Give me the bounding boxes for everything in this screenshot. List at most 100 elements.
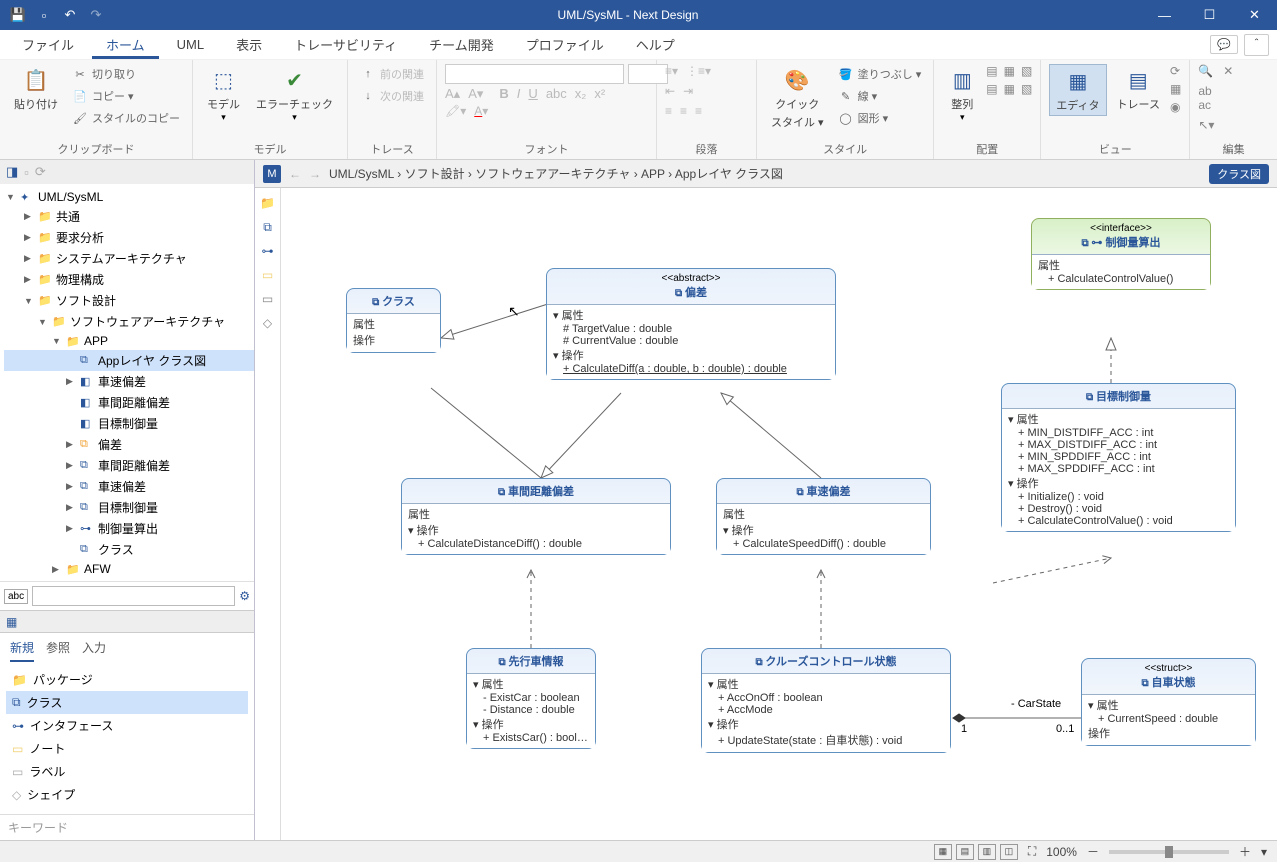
select-icon[interactable]: ↖▾ xyxy=(1198,118,1214,132)
tree-node[interactable]: ▶📁物理構成 xyxy=(4,269,254,290)
font-shrink-icon[interactable]: A▾ xyxy=(468,86,483,102)
align-left-icon[interactable]: ≡ xyxy=(665,104,672,118)
align-right-icon2[interactable]: ▧ xyxy=(1021,64,1032,78)
editor-view-button[interactable]: ▦エディタ xyxy=(1049,64,1106,116)
save-icon[interactable]: 💾 xyxy=(10,7,26,23)
italic-icon[interactable]: I xyxy=(517,86,521,101)
tree-node[interactable]: ▶⧉車速偏差 xyxy=(4,476,254,497)
tree-node[interactable]: ▶◧車速偏差 xyxy=(4,371,254,392)
style-copy-button[interactable]: 🖌スタイルのコピー xyxy=(68,108,184,128)
class-box-distdiff[interactable]: 車間距離偏差 属性 ▾ 操作 + CalculateDistanceDiff()… xyxy=(401,478,671,555)
strike-icon[interactable]: abc xyxy=(546,86,567,102)
palette-item[interactable]: ⊶インタフェース xyxy=(6,714,248,737)
zoom-out-icon[interactable]: － xyxy=(1087,843,1099,860)
breadcrumb-m-icon[interactable]: M xyxy=(263,165,281,183)
view-opt-icon1[interactable]: ⟳ xyxy=(1170,64,1181,78)
tab-uml[interactable]: UML xyxy=(163,32,218,57)
tree-search-input[interactable] xyxy=(32,586,235,606)
find-icon[interactable]: 🔍 xyxy=(1198,64,1213,78)
align-button[interactable]: ▥整列▾ xyxy=(942,64,982,125)
tab-help[interactable]: ヘルプ xyxy=(622,30,689,59)
project-tree[interactable]: ▼✦UML/SysML▶📁共通▶📁要求分析▶📁システムアーキテクチャ▶📁物理構成… xyxy=(0,184,254,581)
palette-tab-new[interactable]: 新規 xyxy=(10,639,34,662)
align-top-icon[interactable]: ▤ xyxy=(986,82,997,96)
ts-label-icon[interactable]: ▭ xyxy=(259,290,277,308)
tree-node[interactable]: ▶📁AFW xyxy=(4,560,254,578)
tab-trace[interactable]: トレーサビリティ xyxy=(280,30,411,59)
replace-icon[interactable]: abac xyxy=(1198,84,1211,112)
undo-icon[interactable]: ↶ xyxy=(62,7,78,23)
font-grow-icon[interactable]: A▴ xyxy=(445,86,460,102)
palette-item[interactable]: ⧉クラス xyxy=(6,691,248,714)
tree-node[interactable]: ◧車間距離偏差 xyxy=(4,392,254,413)
palette-keyword[interactable]: キーワード xyxy=(0,814,254,840)
bold-icon[interactable]: B xyxy=(499,86,508,101)
align-right-icon[interactable]: ≡ xyxy=(695,104,702,118)
tab-team[interactable]: チーム開発 xyxy=(415,30,508,59)
nav-back-icon[interactable]: ← xyxy=(289,167,301,181)
font-family-select[interactable] xyxy=(445,64,624,84)
fill-button[interactable]: 🪣塗りつぶし ▾ xyxy=(834,64,926,84)
delete-icon[interactable]: ✕ xyxy=(1223,64,1233,78)
tree-node[interactable]: ⧉クラス xyxy=(4,539,254,560)
tree-root[interactable]: ▼✦UML/SysML xyxy=(4,188,254,206)
subscript-icon[interactable]: x₂ xyxy=(575,86,587,102)
superscript-icon[interactable]: x² xyxy=(594,86,605,102)
tree-node[interactable]: ▶⧉車間距離偏差 xyxy=(4,455,254,476)
search-mode-icon[interactable]: abc xyxy=(4,589,28,604)
new-icon[interactable]: ▫ xyxy=(36,7,52,23)
tree-node[interactable]: ▶📁要求分析 xyxy=(4,227,254,248)
tab-home[interactable]: ホーム xyxy=(92,30,159,59)
align-center-icon[interactable]: ≡ xyxy=(680,104,687,118)
redo-icon[interactable]: ↷ xyxy=(88,7,104,23)
view-mode-4[interactable]: ◫ xyxy=(1000,844,1018,860)
palette-tab-input[interactable]: 入力 xyxy=(82,639,106,662)
cut-button[interactable]: ✂切り取り xyxy=(68,64,184,84)
shape-button[interactable]: ◯図形 ▾ xyxy=(834,108,926,128)
align-left-icon2[interactable]: ▤ xyxy=(986,64,997,78)
highlight-icon[interactable]: 🖍▾ xyxy=(445,104,466,118)
palette-item[interactable]: 📁パッケージ xyxy=(6,668,248,691)
view-opt-icon3[interactable]: ◉ xyxy=(1170,100,1181,114)
prev-relation-button[interactable]: ↑前の関連 xyxy=(356,64,428,84)
copy-button[interactable]: 📄コピー ▾ xyxy=(68,86,184,106)
maximize-button[interactable]: ☐ xyxy=(1187,0,1232,30)
tree-node[interactable]: ◧目標制御量 xyxy=(4,413,254,434)
tree-node[interactable]: ⧉Appレイヤ クラス図 xyxy=(4,350,254,371)
tree-node[interactable]: ▼📁APP xyxy=(4,332,254,350)
tree-node[interactable]: ▶⊶制御量算出 xyxy=(4,518,254,539)
tree-node[interactable]: ▼📁ソフトウェアアーキテクチャ xyxy=(4,311,254,332)
next-relation-button[interactable]: ↓次の関連 xyxy=(356,86,428,106)
palette-tab-ref[interactable]: 参照 xyxy=(46,639,70,662)
outdent-icon[interactable]: ⇤ xyxy=(665,84,675,98)
tree-node[interactable]: ▶⧉目標制御量 xyxy=(4,497,254,518)
palette-item[interactable]: ◇シェイプ xyxy=(6,783,248,806)
font-color-icon[interactable]: A▾ xyxy=(474,104,488,118)
tab-profile[interactable]: プロファイル xyxy=(512,30,618,59)
view-mode-1[interactable]: ▦ xyxy=(934,844,952,860)
class-box-ctrl[interactable]: <<interface>>⊶ 制御量算出 属性 + CalculateContr… xyxy=(1031,218,1211,290)
line-button[interactable]: ✎線 ▾ xyxy=(834,86,926,106)
diagram-canvas[interactable]: クラス 属性操作 <<abstract>>偏差 ▾ 属性 # TargetVal… xyxy=(281,188,1277,840)
class-box-hensa[interactable]: <<abstract>>偏差 ▾ 属性 # TargetValue : doub… xyxy=(546,268,836,380)
ts-class-icon[interactable]: ⧉ xyxy=(259,218,277,236)
class-box-self[interactable]: <<struct>>自車状態 ▾ 属性 + CurrentSpeed : dou… xyxy=(1081,658,1256,746)
numbering-icon[interactable]: ⋮≡▾ xyxy=(686,64,711,78)
trace-view-button[interactable]: ▤トレース xyxy=(1111,64,1166,114)
tree-tab-icon2[interactable]: ▫ xyxy=(24,165,29,180)
close-button[interactable]: ✕ xyxy=(1232,0,1277,30)
underline-icon[interactable]: U xyxy=(528,86,537,102)
view-mode-3[interactable]: ▥ xyxy=(978,844,996,860)
model-button[interactable]: ⬚モデル▾ xyxy=(201,64,246,125)
breadcrumb-path[interactable]: UML/SysML › ソフト設計 › ソフトウェアアーキテクチャ › APP … xyxy=(329,165,783,182)
zoom-slider[interactable] xyxy=(1109,850,1229,854)
tree-node[interactable]: ▶📁システムアーキテクチャ xyxy=(4,248,254,269)
ts-note-icon[interactable]: ▭ xyxy=(259,266,277,284)
align-middle-icon[interactable]: ▦ xyxy=(1004,82,1015,96)
palette-item[interactable]: ▭ノート xyxy=(6,737,248,760)
tab-view[interactable]: 表示 xyxy=(222,30,276,59)
minimize-button[interactable]: — xyxy=(1142,0,1187,30)
tree-node[interactable]: ▼📁ソフト設計 xyxy=(4,290,254,311)
feedback-button[interactable]: 💬 xyxy=(1210,35,1238,54)
ts-interface-icon[interactable]: ⊶ xyxy=(259,242,277,260)
